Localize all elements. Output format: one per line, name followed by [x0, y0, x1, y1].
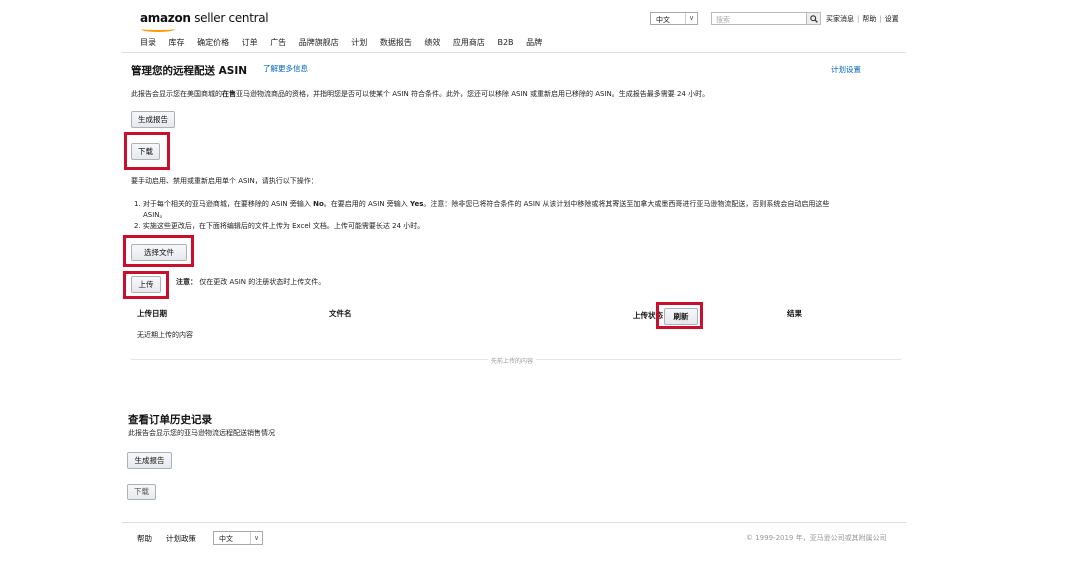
plan-settings-link[interactable]: 计划设置 [831, 64, 861, 75]
search-placeholder: 搜索 [716, 16, 730, 24]
column-header-file-name: 文件名 [329, 309, 352, 318]
nav-item-b2b[interactable]: B2B [497, 38, 513, 47]
manual-instructions-intro: 要手动启用、禁用或重新启用单个 ASIN，请执行以下操作： [131, 177, 318, 185]
learn-more-link[interactable]: 了解更多信息 [263, 63, 308, 74]
note-text: 仅在更改 ASIN 的注册状态时上传文件。 [199, 278, 326, 286]
top-link-messages[interactable]: 买家消息 [826, 15, 854, 23]
choose-file-button[interactable]: 选择文件 [131, 244, 187, 261]
search-input[interactable]: 搜索 [711, 12, 807, 25]
footer-help-link[interactable]: 帮助 [137, 533, 152, 544]
amazon-seller-central-logo[interactable]: amazon seller central [140, 11, 269, 32]
nav-item-inventory[interactable]: 库存 [169, 38, 185, 47]
refresh-button[interactable]: 刷新 [664, 308, 698, 325]
language-select[interactable]: 中文 ∨ [650, 12, 698, 25]
instruction-step-1-cont: ASIN。 [143, 211, 167, 219]
top-link-help[interactable]: 帮助 [862, 15, 876, 23]
footer-policy-link[interactable]: 计划政策 [166, 533, 196, 544]
search-button[interactable] [806, 12, 821, 25]
footer-language-value: 中文 [219, 535, 233, 543]
nav-item-performance[interactable]: 绩效 [424, 38, 440, 47]
step1-no: No [313, 200, 324, 208]
logo-product: seller central [194, 11, 269, 25]
footer-divider [122, 522, 906, 523]
column-header-upload-date: 上传日期 [137, 309, 167, 318]
order-history-download-button[interactable]: 下载 [127, 484, 156, 500]
page-title: 管理您的远程配送 ASIN [131, 65, 248, 77]
nav-item-brands[interactable]: 品牌 [526, 38, 542, 47]
empty-uploads-message: 无近期上传的内容 [137, 331, 193, 339]
nav-item-programs[interactable]: 计划 [351, 38, 367, 47]
nav-item-catalog[interactable]: 目录 [140, 38, 156, 47]
logo-brand: amazon [140, 11, 191, 25]
step1-part-a: 1. 对于每个相关的亚马逊商城，在要移除的 ASIN 旁输入 [134, 200, 314, 208]
nav-item-appstore[interactable]: 应用商店 [453, 38, 485, 47]
search-icon [810, 15, 818, 23]
step1-yes: Yes [410, 200, 424, 208]
nav-item-advertising[interactable]: 广告 [270, 38, 286, 47]
upload-note: 注意： 仅在更改 ASIN 的注册状态时上传文件。 [176, 277, 325, 287]
logo-smile-icon [141, 26, 175, 32]
nav-item-reports[interactable]: 数据报告 [380, 38, 412, 47]
instruction-step-1: 1. 对于每个相关的亚马逊商城，在要移除的 ASIN 旁输入 No。在要启用的 … [134, 199, 829, 209]
top-links: 买家消息 | 帮助 | 设置 [826, 15, 899, 23]
step1-part-c: 。注意：除非您已将符合条件的 ASIN 从该计划中移除或将其寄送至加拿大或墨西哥… [423, 200, 830, 208]
footer-language-select[interactable]: 中文 ∨ [213, 531, 263, 545]
column-header-result: 结果 [787, 309, 802, 318]
nav-item-stores[interactable]: 品牌旗舰店 [299, 38, 339, 47]
previous-uploads-toggle[interactable]: 先前上传的内容 [488, 356, 537, 365]
nav-item-pricing[interactable]: 确定价格 [197, 38, 229, 47]
copyright-text: © 1999-2019 年，亚马逊公司或其附属公司 [746, 534, 887, 542]
language-select-value: 中文 [656, 16, 670, 24]
header-divider [122, 52, 906, 53]
order-history-title: 查看订单历史记录 [128, 414, 212, 426]
order-history-description: 此报告会显示您的亚马逊物流远程配送销售情况 [128, 429, 275, 437]
chevron-down-icon: ∨ [250, 532, 262, 544]
report-description: 此报告会显示您在美国商城的在售亚马逊物流商品的资格，并指明您是否可以使某个 AS… [131, 89, 709, 99]
desc-part-a: 此报告会显示您在美国商城的 [131, 90, 222, 98]
desc-part-b: 在售 [222, 90, 236, 98]
download-button[interactable]: 下载 [131, 143, 160, 160]
desc-part-c: 亚马逊物流商品的资格，并指明您是否可以使某个 ASIN 符合条件。此外，您还可以… [236, 90, 710, 98]
upload-button[interactable]: 上传 [131, 276, 161, 293]
note-label: 注意： [176, 278, 197, 286]
nav-item-orders[interactable]: 订单 [242, 38, 258, 47]
generate-report-button[interactable]: 生成报告 [131, 111, 175, 128]
instruction-step-2: 2. 实施这些更改后，在下面将编辑后的文件上传为 Excel 文档。上传可能需要… [134, 222, 425, 230]
chevron-down-icon: ∨ [685, 13, 697, 24]
top-link-settings[interactable]: 设置 [885, 15, 899, 23]
step1-part-b: 。在要启用的 ASIN 旁输入 [323, 200, 411, 208]
main-nav: 目录 库存 确定价格 订单 广告 品牌旗舰店 计划 数据报告 绩效 应用商店 B… [140, 37, 552, 48]
order-history-generate-report-button[interactable]: 生成报告 [127, 452, 172, 469]
